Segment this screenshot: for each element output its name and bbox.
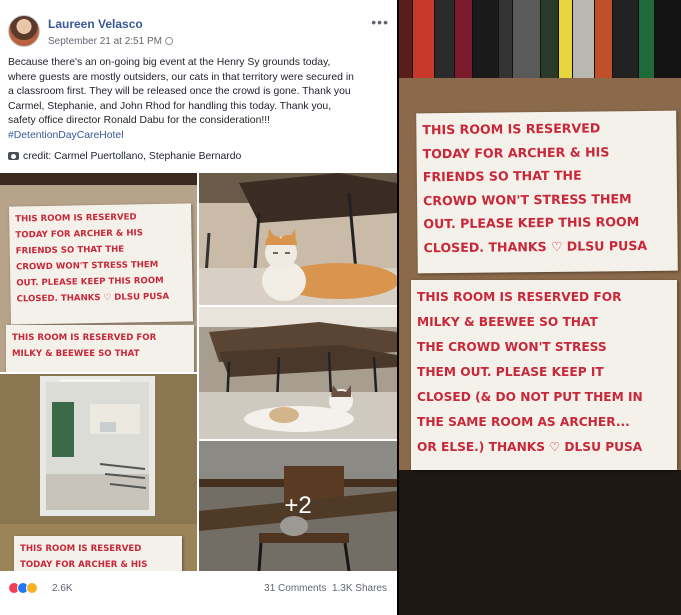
sign-milky-large: This room is reserved for Milky & Beewee… xyxy=(411,280,677,470)
sign-line: or else.) Thanks ♡ DLSU PUSA xyxy=(417,440,643,454)
sign-line: Milky & Beewee so that xyxy=(417,315,598,329)
more-photos-count: +2 xyxy=(284,492,312,519)
sign-line: today for Archer & his xyxy=(20,560,148,570)
reaction-icons[interactable] xyxy=(8,582,38,597)
comments-link[interactable]: 31 Comments xyxy=(264,583,326,594)
sign-line: crowd won't stress them xyxy=(423,190,632,208)
photo-cat-chair[interactable]: +2 xyxy=(199,441,397,571)
post-text-line: a classroom first. They will be released… xyxy=(8,86,351,98)
sign-milky: This room is reserved for Milky & Beewee… xyxy=(6,325,194,372)
sign-door: This room is reserved today for Archer &… xyxy=(14,536,182,571)
photo-classroom-door[interactable]: This room is reserved today for Archer &… xyxy=(0,374,197,571)
hashtag-link[interactable]: #DetentionDayCareHotel xyxy=(8,129,393,144)
cat-orange-scene xyxy=(199,173,397,305)
shares-link[interactable]: 1.3K Shares xyxy=(332,583,387,594)
credit-text: credit: Carmel Puertollano, Stephanie Be… xyxy=(23,151,242,162)
sign-archer: This room is reserved today for Archer &… xyxy=(8,203,194,325)
photo-cat-orange[interactable] xyxy=(199,173,397,305)
author-name[interactable]: Laureen Velasco xyxy=(48,17,143,31)
sign-line: This room is reserved xyxy=(20,544,142,554)
sign-line: Milky & Beewee so that xyxy=(12,349,140,359)
haha-reaction-icon xyxy=(26,582,38,594)
reactions-bar: 2.6K 31 Comments 1.3K Shares xyxy=(8,580,393,598)
sign-line: closed. Thanks ♡ DLSU PUSA xyxy=(16,291,170,305)
facebook-post: Laureen Velasco September 21 at 2:51 PM … xyxy=(0,0,397,615)
photo-credit: credit: Carmel Puertollano, Stephanie Be… xyxy=(8,151,241,162)
reaction-count[interactable]: 2.6K xyxy=(52,583,73,594)
globe-icon xyxy=(164,37,173,45)
sign-line: the crowd won't stress xyxy=(417,340,607,354)
comment-share-counts: 31 Comments 1.3K Shares xyxy=(264,583,387,594)
photo-signs-large[interactable]: This room is reserved today for Archer &… xyxy=(399,0,681,615)
sign-line: closed (& do not put them in xyxy=(417,390,643,404)
photo-signs[interactable]: This room is reserved today for Archer &… xyxy=(0,173,197,372)
author-avatar[interactable] xyxy=(8,15,40,47)
sign-archer-large: This room is reserved today for Archer &… xyxy=(416,110,678,274)
sign-line: closed. Thanks ♡ DLSU PUSA xyxy=(423,237,648,255)
post-header: Laureen Velasco September 21 at 2:51 PM … xyxy=(8,12,393,52)
camera-icon xyxy=(8,152,19,160)
sign-line: today for Archer & his xyxy=(422,143,610,161)
dark-floor xyxy=(399,470,681,615)
sign-line: the same room as Archer... xyxy=(417,415,630,429)
photo-cat-lying[interactable] xyxy=(199,307,397,439)
post-body: Because there's an on-going big event at… xyxy=(8,56,393,144)
post-text-line: where guests are mostly outsiders, our c… xyxy=(8,71,354,83)
sign-line: This room is reserved for xyxy=(417,290,622,304)
sign-line: friends so that the xyxy=(422,167,582,185)
post-text-line: Carmel, Stephanie, and John Rhod for han… xyxy=(8,100,332,112)
more-photos-overlay[interactable]: +2 xyxy=(199,441,397,571)
bookshelf xyxy=(399,0,681,78)
sign-line: them out. Please keep it xyxy=(417,365,604,379)
sign-line: This room is reserved for xyxy=(12,333,157,343)
cat-lying-scene xyxy=(199,307,397,439)
sign-line: out. Please keep this room xyxy=(423,214,640,232)
post-text-line: safety office director Ronald Dabu for t… xyxy=(8,115,271,127)
post-timestamp[interactable]: September 21 at 2:51 PM xyxy=(48,36,173,47)
post-text-line: Because there's an on-going big event at… xyxy=(8,57,331,68)
sign-line: This room is reserved xyxy=(422,120,601,138)
more-options-icon[interactable]: ••• xyxy=(371,14,389,30)
